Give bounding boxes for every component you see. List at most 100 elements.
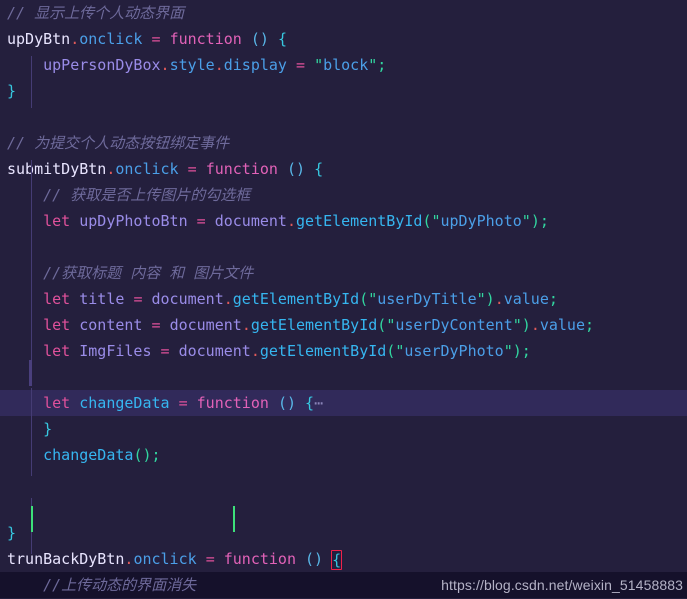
- code-line[interactable]: [0, 234, 687, 260]
- code-token: // 获取是否上传图片的勾选框: [43, 186, 251, 204]
- code-text-area[interactable]: // 显示上传个人动态界面 upDyBtn.onclick = function …: [0, 0, 687, 599]
- code-token: ): [485, 290, 495, 308]
- folded-region-marker[interactable]: [29, 360, 32, 386]
- code-line[interactable]: submitDyBtn.onclick = function () {: [0, 156, 687, 182]
- code-token: onclick: [133, 550, 197, 568]
- code-token: upPersonDyBox: [43, 56, 161, 74]
- code-line[interactable]: }: [0, 520, 687, 546]
- code-line[interactable]: let changeData = function () {⋯: [0, 390, 687, 416]
- code-token: (: [377, 316, 387, 334]
- code-token: document: [178, 342, 251, 360]
- code-token: =: [187, 160, 197, 178]
- code-token: let: [43, 316, 71, 334]
- code-token: {: [305, 394, 315, 412]
- code-token: ": [386, 316, 396, 334]
- code-token: changeData: [43, 446, 134, 464]
- code-line[interactable]: [0, 104, 687, 130]
- code-token: ;: [151, 446, 161, 464]
- code-line[interactable]: upPersonDyBox.style.display = "block";: [0, 52, 687, 78]
- code-line[interactable]: [0, 468, 687, 494]
- code-line[interactable]: // 显示上传个人动态界面: [0, 0, 687, 26]
- code-token: ;: [521, 342, 531, 360]
- code-token: ": [314, 56, 324, 74]
- code-token: {: [314, 160, 324, 178]
- code-line[interactable]: // 为提交个人动态按钮绑定事件: [0, 130, 687, 156]
- code-token: function: [196, 394, 269, 412]
- code-token: document: [169, 316, 242, 334]
- code-token: =: [151, 30, 161, 48]
- code-line[interactable]: }: [0, 78, 687, 104]
- code-token: function: [205, 160, 278, 178]
- code-token: ": [503, 342, 513, 360]
- code-token: getElementById: [296, 212, 423, 230]
- code-token: ): [512, 342, 522, 360]
- code-line[interactable]: [0, 364, 687, 390]
- code-token: let: [43, 394, 71, 412]
- code-token: (: [359, 290, 369, 308]
- code-token: function: [169, 30, 242, 48]
- code-line[interactable]: changeData();: [0, 442, 687, 468]
- code-line[interactable]: [0, 494, 687, 520]
- code-token: function: [223, 550, 296, 568]
- code-token: =: [160, 342, 170, 360]
- code-token: submitDyBtn: [7, 160, 107, 178]
- code-token: .: [223, 290, 233, 308]
- code-token: //获取标题 内容 和 图片文件: [43, 264, 254, 282]
- code-token: ;: [585, 316, 595, 334]
- selection-edge-marker: [31, 506, 33, 532]
- code-token: }: [7, 524, 17, 542]
- code-token: ": [431, 212, 441, 230]
- code-token: ImgFiles: [79, 342, 152, 360]
- code-line[interactable]: let title = document.getElementById("use…: [0, 286, 687, 312]
- indent-guide: [31, 160, 32, 360]
- code-line[interactable]: trunBackDyBtn.onclick = function () {: [0, 546, 687, 572]
- code-token: changeData: [79, 394, 170, 412]
- code-editor[interactable]: // 显示上传个人动态界面 upDyBtn.onclick = function …: [0, 0, 687, 599]
- code-line[interactable]: upDyBtn.onclick = function () {: [0, 26, 687, 52]
- code-line[interactable]: let ImgFiles = document.getElementById("…: [0, 338, 687, 364]
- code-line[interactable]: let content = document.getElementById("u…: [0, 312, 687, 338]
- code-token: onclick: [79, 30, 143, 48]
- code-token: .: [286, 212, 296, 230]
- code-token: ): [142, 446, 152, 464]
- code-token: =: [151, 316, 161, 334]
- code-line[interactable]: // 获取是否上传图片的勾选框: [0, 182, 687, 208]
- code-token: .: [214, 56, 224, 74]
- code-token: {: [277, 30, 287, 48]
- code-token: =: [296, 56, 306, 74]
- code-line[interactable]: }: [0, 416, 687, 442]
- code-token: getElementById: [259, 342, 387, 360]
- watermark-url: https://blog.csdn.net/weixin_51458883: [441, 577, 683, 593]
- code-token: ⋯: [314, 394, 324, 412]
- code-line[interactable]: //获取标题 内容 和 图片文件: [0, 260, 687, 286]
- indent-guide: [31, 388, 32, 476]
- code-token: document: [214, 212, 287, 230]
- code-token: =: [196, 212, 206, 230]
- code-token: onclick: [115, 160, 179, 178]
- code-token: (): [305, 550, 324, 568]
- code-token: upDyPhoto: [440, 212, 522, 230]
- code-token: let: [43, 290, 71, 308]
- code-token: block: [323, 56, 369, 74]
- code-line[interactable]: let upDyPhotoBtn = document.getElementBy…: [0, 208, 687, 234]
- code-token: upDyPhotoBtn: [79, 212, 188, 230]
- code-token: =: [178, 394, 188, 412]
